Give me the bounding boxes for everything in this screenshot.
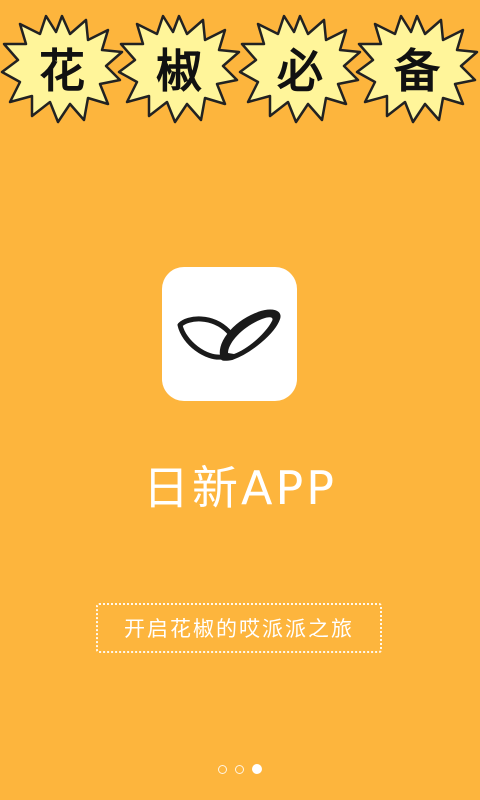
app-title: 日新APP	[143, 461, 337, 515]
badge-bei: 备	[355, 12, 479, 124]
splash-screen: 花 椒 必 备 日新APP 开启花椒的哎派派之旅	[0, 0, 480, 800]
badge-char: 备	[394, 44, 440, 98]
page-dot[interactable]	[235, 764, 244, 774]
leaf-logo-icon	[177, 309, 281, 361]
badge-bi: 必	[238, 12, 362, 124]
title-banner: 花 椒 必 备	[0, 0, 480, 140]
page-dot-active[interactable]	[252, 764, 262, 774]
badge-jiao: 椒	[117, 12, 241, 124]
app-logo	[162, 267, 297, 401]
badge-char: 必	[277, 44, 323, 98]
page-indicator	[0, 762, 480, 776]
badge-char: 椒	[156, 44, 202, 98]
badge-char: 花	[39, 44, 85, 98]
page-dot[interactable]	[218, 764, 227, 774]
slogan: 开启花椒的哎派派之旅	[96, 603, 382, 653]
badge-hua: 花	[0, 12, 124, 124]
